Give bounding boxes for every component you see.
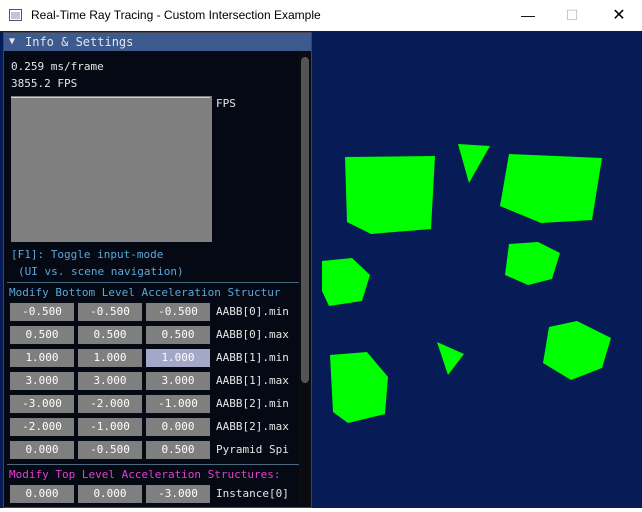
blas-section-title: Modify Bottom Level Acceleration Structu… [9,286,281,299]
window-bottom-edge [0,508,642,512]
help-line-navigation: (UI vs. scene navigation) [18,265,184,278]
scrollbar-thumb[interactable] [301,57,309,383]
triangle-down-icon[interactable]: ▼ [9,33,15,51]
row-label: AABB[1].min [216,351,289,364]
row-label: AABB[0].max [216,328,289,341]
scene-object-cube-6 [330,352,388,423]
fps-text: 3855.2 FPS [11,77,78,90]
row-label: AABB[2].min [216,397,289,410]
float-drag-field[interactable]: 0.000 [146,418,210,436]
float-drag-field[interactable]: 1.000 [10,349,74,367]
scene-object-cube-3 [322,258,370,306]
fps-plot[interactable] [11,96,212,242]
minimize-button[interactable]: — [505,0,551,31]
float-drag-field[interactable]: 3.000 [146,372,210,390]
frame-time-text: 0.259 ms/frame [11,60,104,73]
help-line-toggle: [F1]: Toggle input-mode [11,248,164,261]
scene-object-pyramid-1 [458,144,490,183]
float-drag-field[interactable]: -1.000 [78,418,142,436]
row-label: AABB[0].min [216,305,289,318]
row-label: Pyramid Spi [216,443,289,456]
float-drag-field[interactable]: 1.000 [78,349,142,367]
float-drag-field[interactable]: 3.000 [78,372,142,390]
float-drag-field[interactable]: -3.000 [10,395,74,413]
float-drag-field[interactable]: 0.500 [146,326,210,344]
float-drag-field[interactable]: -0.500 [78,303,142,321]
close-button[interactable]: ✕ [596,0,642,31]
float-drag-field[interactable]: -3.000 [146,485,210,503]
float-drag-field[interactable]: 0.000 [78,485,142,503]
row-label: Instance[0] [216,487,289,500]
scene-object-cube-5 [543,321,611,380]
panel-header[interactable]: ▼ Info & Settings [4,33,311,51]
fps-plot-line [11,97,210,98]
row-label: AABB[2].max [216,420,289,433]
title-bar: Real-Time Ray Tracing - Custom Intersect… [0,0,642,31]
scene-object-cube-1 [345,156,435,234]
maximize-button[interactable]: ☐ [549,0,595,31]
fps-plot-label: FPS [216,97,236,110]
float-drag-field[interactable]: -1.000 [146,395,210,413]
float-drag-field[interactable]: -2.000 [78,395,142,413]
window-title: Real-Time Ray Tracing - Custom Intersect… [31,8,321,22]
settings-panel: ▼ Info & Settings 0.259 ms/frame 3855.2 … [3,32,312,508]
panel-title: Info & Settings [25,35,134,49]
scene-object-pyramid-2 [437,342,464,375]
separator [7,282,299,283]
float-drag-field[interactable]: -0.500 [146,303,210,321]
float-drag-field[interactable]: -2.000 [10,418,74,436]
float-drag-field[interactable]: -0.500 [10,303,74,321]
panel-scrollbar[interactable] [299,51,311,507]
float-drag-field[interactable]: 0.500 [146,441,210,459]
float-drag-field[interactable]: 0.500 [10,326,74,344]
float-drag-field[interactable]: 1.000 [146,349,210,367]
app-window-icon [9,9,22,21]
scene-object-cube-2 [500,154,602,223]
separator [7,464,299,465]
float-drag-field[interactable]: -0.500 [78,441,142,459]
float-drag-field[interactable]: 3.000 [10,372,74,390]
row-label: AABB[1].max [216,374,289,387]
scene-object-cube-4 [505,242,560,285]
float-drag-field[interactable]: 0.500 [78,326,142,344]
float-drag-field[interactable]: 0.000 [10,485,74,503]
tlas-section-title: Modify Top Level Acceleration Structures… [9,468,281,481]
float-drag-field[interactable]: 0.000 [10,441,74,459]
